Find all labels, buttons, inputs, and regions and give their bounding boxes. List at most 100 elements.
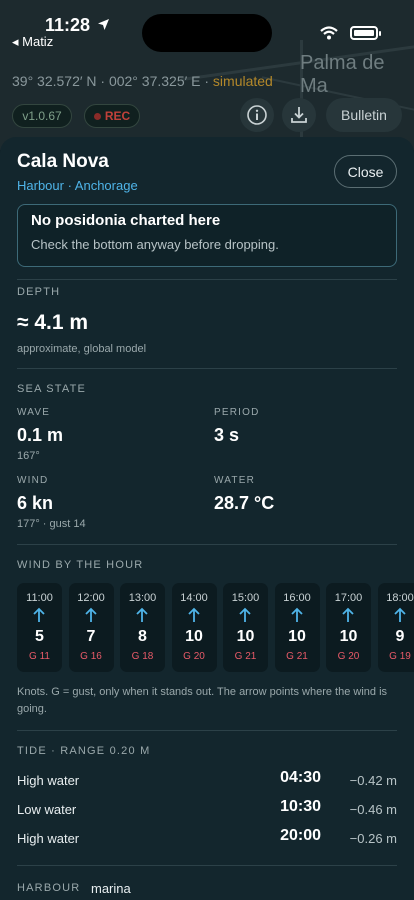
hour-card: 17:00 10 G 20 [326, 583, 371, 672]
divider [17, 865, 397, 866]
hour-gust: G 21 [286, 651, 308, 662]
hour-time: 17:00 [334, 592, 363, 604]
coordinates-readout: 39° 32.572′ N · 002° 37.325′ E · simulat… [12, 73, 273, 89]
record-dot-icon [93, 112, 101, 120]
status-time: 11:28 [45, 15, 110, 36]
sea-state-label: SEA STATE [17, 383, 87, 395]
period-label: PERIOD [214, 407, 260, 418]
tide-event-height: −0.26 m [349, 831, 397, 846]
tide-event-name: Low water [17, 802, 77, 817]
tide-row: High water 04:30 −0.42 m [17, 769, 397, 793]
depth-note: approximate, global model [17, 343, 147, 355]
tide-event-name: High water [17, 773, 80, 788]
place-detail-sheet: Cala Nova Harbour · Anchorage Close No p… [0, 137, 414, 900]
hour-gust: G 16 [80, 651, 102, 662]
hour-wind-speed: 10 [185, 628, 203, 645]
harbour-value: marina [91, 881, 131, 896]
location-arrow-icon [98, 19, 110, 30]
hour-card: 11:00 5 G 11 [17, 583, 62, 672]
hour-wind-speed: 10 [288, 628, 306, 645]
info-icon [247, 105, 267, 125]
place-title: Cala Nova [17, 151, 109, 172]
wind-direction-arrow-icon [342, 607, 354, 622]
hour-wind-speed: 5 [35, 628, 44, 645]
tide-event-time: 04:30 [280, 769, 321, 786]
dynamic-island [142, 14, 272, 52]
download-icon [291, 107, 307, 123]
tide-row: Low water 10:30 −0.46 m [17, 798, 397, 822]
place-type: Harbour · Anchorage [17, 178, 138, 193]
hour-gust: G 18 [131, 651, 154, 662]
wind-direction-arrow-icon [136, 607, 148, 622]
hour-gust: G 21 [234, 651, 257, 662]
wave-direction: 167° [17, 450, 40, 462]
divider [17, 544, 397, 545]
hour-gust: G 11 [29, 651, 50, 662]
notice-body: Check the bottom anyway before dropping. [31, 237, 279, 252]
info-button[interactable] [240, 98, 274, 132]
back-to-app-link[interactable]: ◂ Matiz [12, 34, 53, 50]
depth-value: ≈ 4.1 m [17, 311, 89, 334]
divider [17, 730, 397, 731]
status-icons [320, 26, 381, 40]
hour-gust: G 20 [183, 651, 205, 662]
tide-event-name: High water [17, 831, 80, 846]
record-button[interactable]: REC [84, 104, 140, 128]
hour-card: 12:00 7 G 16 [68, 583, 114, 672]
download-button[interactable] [282, 98, 316, 132]
water-temp-value: 28.7 °C [214, 493, 275, 513]
hour-gust: G 20 [337, 651, 360, 662]
simulated-tag: simulated [212, 73, 273, 89]
wifi-icon [320, 26, 338, 40]
wind-direction-arrow-icon [393, 607, 406, 622]
hourly-wind-strip[interactable]: 11:00 5 G 11 12:00 7 G 16 13:00 8 G 18 14:00 10 G 2… [17, 583, 414, 673]
tide-event-time: 20:00 [280, 827, 321, 844]
hour-time: 15:00 [231, 592, 260, 604]
hourly-wind-note: Knots. G = gust, only when it stands out… [17, 686, 388, 715]
hour-wind-speed: 7 [86, 628, 96, 645]
hour-wind-speed: 9 [395, 628, 405, 645]
notice-title: No posidonia charted here [31, 212, 221, 229]
tide-event-height: −0.42 m [349, 773, 397, 788]
posidonia-notice: No posidonia charted here Check the bott… [17, 204, 397, 267]
hour-card: 18:00 9 G 19 [377, 583, 414, 672]
wind-direction-arrow-icon [290, 607, 303, 622]
hour-time: 18:00 [386, 592, 414, 604]
hour-card: 13:00 8 G 18 [120, 583, 165, 672]
bulletin-button[interactable]: Bulletin [326, 98, 402, 132]
wind-direction-arrow-icon [33, 607, 45, 622]
wind-direction-arrow-icon [239, 607, 251, 622]
tide-row: High water 20:00 −0.26 m [17, 827, 397, 851]
tide-event-height: −0.46 m [349, 802, 397, 817]
hour-time: 14:00 [180, 592, 208, 604]
tide-event-time: 10:30 [280, 798, 321, 815]
hour-gust: G 19 [389, 651, 411, 662]
hour-wind-speed: 10 [339, 628, 358, 645]
hour-time: 12:00 [77, 592, 105, 604]
hour-time: 13:00 [128, 592, 157, 604]
map-view[interactable]: Palma de Ma 11:28 ◂ Matiz 39° 32.572′ N … [0, 0, 414, 150]
close-button[interactable]: Close [334, 155, 397, 188]
wind-direction-gust: 177° · gust 14 [17, 518, 86, 530]
version-badge: v1.0.67 [12, 104, 72, 128]
tide-label: TIDE · RANGE 0.20 M [17, 745, 151, 757]
hour-card: 16:00 10 G 21 [274, 583, 320, 672]
hour-card: 15:00 10 G 21 [223, 583, 268, 672]
battery-icon [350, 26, 381, 40]
wave-value: 0.1 m [17, 425, 64, 445]
hour-wind-speed: 8 [138, 628, 147, 645]
map-place-label: Palma de Ma [300, 52, 385, 97]
wave-label: WAVE [17, 407, 51, 418]
harbour-label: HARBOUR [17, 882, 81, 894]
divider [17, 368, 397, 369]
water-temp-label: WATER [214, 475, 255, 486]
wind-direction-arrow-icon [187, 607, 200, 622]
hour-wind-speed: 10 [236, 628, 255, 645]
hour-card: 14:00 10 G 20 [171, 583, 217, 672]
hourly-wind-label: WIND BY THE HOUR [17, 559, 144, 571]
period-value: 3 s [214, 425, 240, 445]
wind-label: WIND [17, 475, 49, 486]
depth-label: DEPTH [17, 286, 61, 298]
wind-direction-arrow-icon [84, 607, 97, 622]
divider [17, 279, 397, 280]
